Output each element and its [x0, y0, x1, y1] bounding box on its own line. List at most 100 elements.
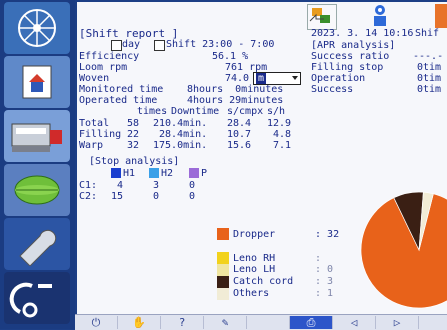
table-row-sh: 7.1 — [273, 140, 292, 151]
c1-h2: 3 — [153, 180, 160, 191]
apr-success-ratio-value: ---.- — [413, 51, 444, 62]
shift-report-panel: [Shift report ] 2023. 3. 14 10:16 Shif d… — [77, 2, 447, 314]
table-row-downtime: 210.4min. — [153, 118, 208, 129]
cause-catch-cord-swatch — [217, 276, 229, 288]
legend-h2-swatch — [149, 168, 159, 178]
home-icon — [22, 65, 52, 99]
next-icon: ▷ — [393, 316, 401, 329]
stop-table-header-downtime: Downtime — [171, 106, 220, 117]
sidebar-home-button[interactable] — [4, 56, 70, 108]
apr-success-label: Success — [311, 84, 354, 95]
settings-icon — [9, 282, 52, 318]
stop-table-header-scmpx: s/cmpx — [227, 106, 264, 117]
apr-filling-stop-value: 0tim — [417, 62, 442, 73]
blank-button[interactable] — [247, 316, 290, 329]
table-row-downtime: 175.0min. — [153, 140, 208, 151]
loom-icon — [11, 123, 62, 152]
wrench-icon — [19, 229, 57, 266]
operator-icon[interactable] — [367, 4, 393, 28]
prev-icon: ◁ — [350, 316, 358, 329]
table-row-scmpx: 28.4 — [227, 118, 252, 129]
metric-efficiency-value: 56.1 % — [212, 51, 249, 62]
sidebar-spool-button[interactable] — [4, 164, 70, 216]
table-row-downtime: 28.4min. — [159, 129, 208, 140]
spool-icon — [14, 175, 60, 205]
table-row-scmpx: 15.6 — [227, 140, 252, 151]
stop-table-header-sh: s/h — [267, 106, 286, 117]
print-icon: ⎙ — [306, 315, 316, 329]
metric-woven-label: Woven — [79, 73, 110, 84]
cause-leno-rh-label: Leno RH — [233, 253, 276, 264]
cause-others-label: Others — [233, 288, 270, 299]
cause-leno-rh-value: : — [315, 253, 328, 264]
legend-h1-label: H1 — [123, 168, 136, 179]
table-row-times: 32 — [127, 140, 140, 151]
sidebar-wheel-button[interactable] — [4, 2, 70, 54]
legend-p-swatch — [189, 168, 199, 178]
day-checkbox[interactable] — [111, 40, 122, 51]
exchange-button[interactable] — [307, 4, 337, 30]
cause-catch-cord-value: : 3 — [315, 276, 334, 287]
apr-success-value: 0tim — [417, 84, 442, 95]
legend-h2-label: H2 — [161, 168, 174, 179]
table-row-label: Filling — [79, 129, 122, 140]
next-button[interactable]: ▷ — [376, 316, 419, 329]
shift-checkbox[interactable] — [154, 40, 165, 51]
stop-analysis-title: [Stop analysis] — [89, 156, 180, 167]
print-button[interactable]: ⎙ — [290, 316, 333, 329]
cause-leno-lh-value: : 0 — [315, 264, 334, 275]
power-button[interactable]: ⏻ — [75, 316, 118, 329]
page-title: [Shift report ] — [79, 27, 179, 40]
stop-table-header-times: times — [137, 106, 168, 117]
cause-leno-lh-swatch — [217, 264, 229, 276]
wheel-icon — [18, 9, 56, 47]
prev-button[interactable]: ◁ — [333, 316, 376, 329]
cause-others-value: : 1 — [315, 288, 334, 299]
shift-label-cut: Shif — [415, 28, 440, 39]
sidebar-settings-button[interactable] — [4, 272, 70, 324]
pen-icon: ✎ — [221, 316, 229, 329]
metric-woven-value: 74.0 — [225, 73, 250, 84]
cause-leno-lh-label: Leno LH — [233, 264, 276, 275]
legend-h1-swatch — [111, 168, 121, 178]
apr-filling-stop-label: Filling stop — [311, 62, 384, 73]
apr-operation-value: 0tim — [417, 73, 442, 84]
apr-title: [APR analysis] — [311, 40, 396, 51]
day-label: day — [122, 39, 141, 50]
c2-label: C2: — [79, 191, 98, 202]
metric-operated-value: 4hours 29minutes — [187, 95, 284, 106]
sidebar-wrench-button[interactable] — [4, 218, 70, 270]
chevron-down-icon — [292, 76, 298, 80]
cause-catch-cord-label: Catch cord — [233, 276, 294, 287]
metric-monitored-label: Monitored time — [79, 84, 164, 95]
c1-h1: 4 — [117, 180, 124, 191]
table-row-sh: 4.8 — [273, 129, 292, 140]
woven-unit-value: m — [256, 73, 267, 84]
sidebar-loom-button[interactable] — [4, 110, 70, 162]
table-row-times: 22 — [127, 129, 140, 140]
apr-success-ratio-label: Success ratio — [311, 51, 390, 62]
alert-icon[interactable] — [435, 4, 447, 28]
c2-h1: 15 — [111, 191, 124, 202]
metric-efficiency-label: Efficiency — [79, 51, 140, 62]
c1-p: 0 — [189, 180, 196, 191]
date-time: 2023. 3. 14 10:16 — [311, 28, 414, 39]
c1-label: C1: — [79, 180, 98, 191]
help-button[interactable]: ? — [161, 316, 204, 329]
help-icon: ? — [178, 316, 186, 329]
cause-others-swatch — [217, 288, 229, 300]
table-row-sh: 12.9 — [267, 118, 292, 129]
c2-p: 0 — [189, 191, 196, 202]
pen-button[interactable]: ✎ — [204, 316, 247, 329]
table-row-label: Total — [79, 118, 110, 129]
c2-h2: 0 — [153, 191, 160, 202]
metric-operated-label: Operated time — [79, 95, 158, 106]
cause-leno-rh-swatch — [217, 252, 229, 264]
table-row-scmpx: 10.7 — [227, 129, 252, 140]
shift-label: Shift 23:00 - 7:00 — [166, 39, 275, 50]
table-row-label: Warp — [79, 140, 104, 151]
hand-button[interactable]: ✋ — [118, 316, 161, 329]
cause-dropper-value: : 32 — [315, 229, 340, 240]
sidebar — [0, 0, 75, 329]
hand-icon: ✋ — [132, 316, 146, 329]
